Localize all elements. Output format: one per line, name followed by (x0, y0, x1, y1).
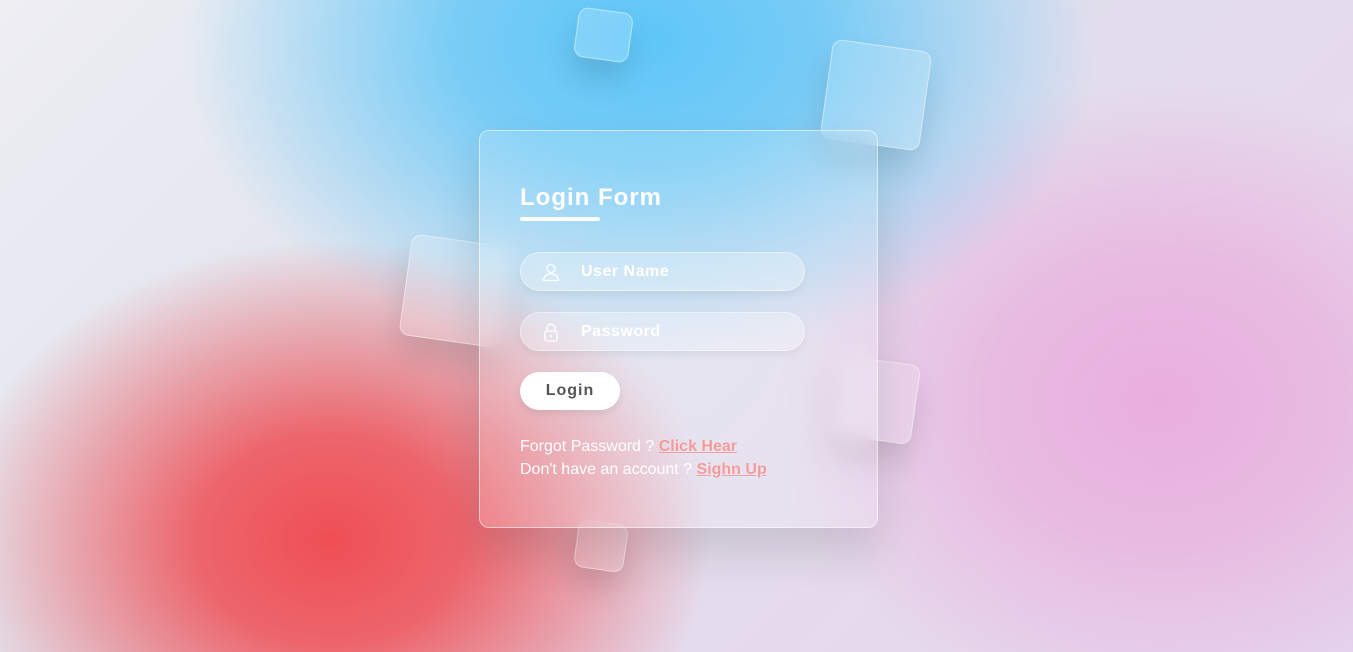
username-input[interactable] (521, 253, 804, 290)
form-title: Login Form (520, 184, 662, 211)
title-underline (520, 217, 600, 221)
forgot-password-line: Forgot Password ? Click Hear (520, 435, 837, 458)
login-card: Login Form Login Forgot Password ? Click… (479, 130, 878, 528)
lock-icon (544, 323, 558, 342)
signup-link[interactable]: Sighn Up (697, 461, 767, 478)
form-links: Forgot Password ? Click Hear Don't have … (520, 435, 837, 481)
form-title-wrap: Login Form (520, 184, 837, 224)
signup-line: Don't have an account ? Sighn Up (520, 458, 837, 481)
decor-square-top (572, 6, 635, 64)
forgot-password-text: Forgot Password ? (520, 438, 655, 455)
signup-text: Don't have an account ? (520, 461, 693, 478)
login-button[interactable]: Login (520, 372, 620, 410)
password-field (520, 312, 805, 351)
user-icon (542, 263, 560, 282)
username-field (520, 252, 805, 291)
forgot-password-link[interactable]: Click Hear (659, 438, 737, 455)
password-input[interactable] (521, 313, 804, 350)
